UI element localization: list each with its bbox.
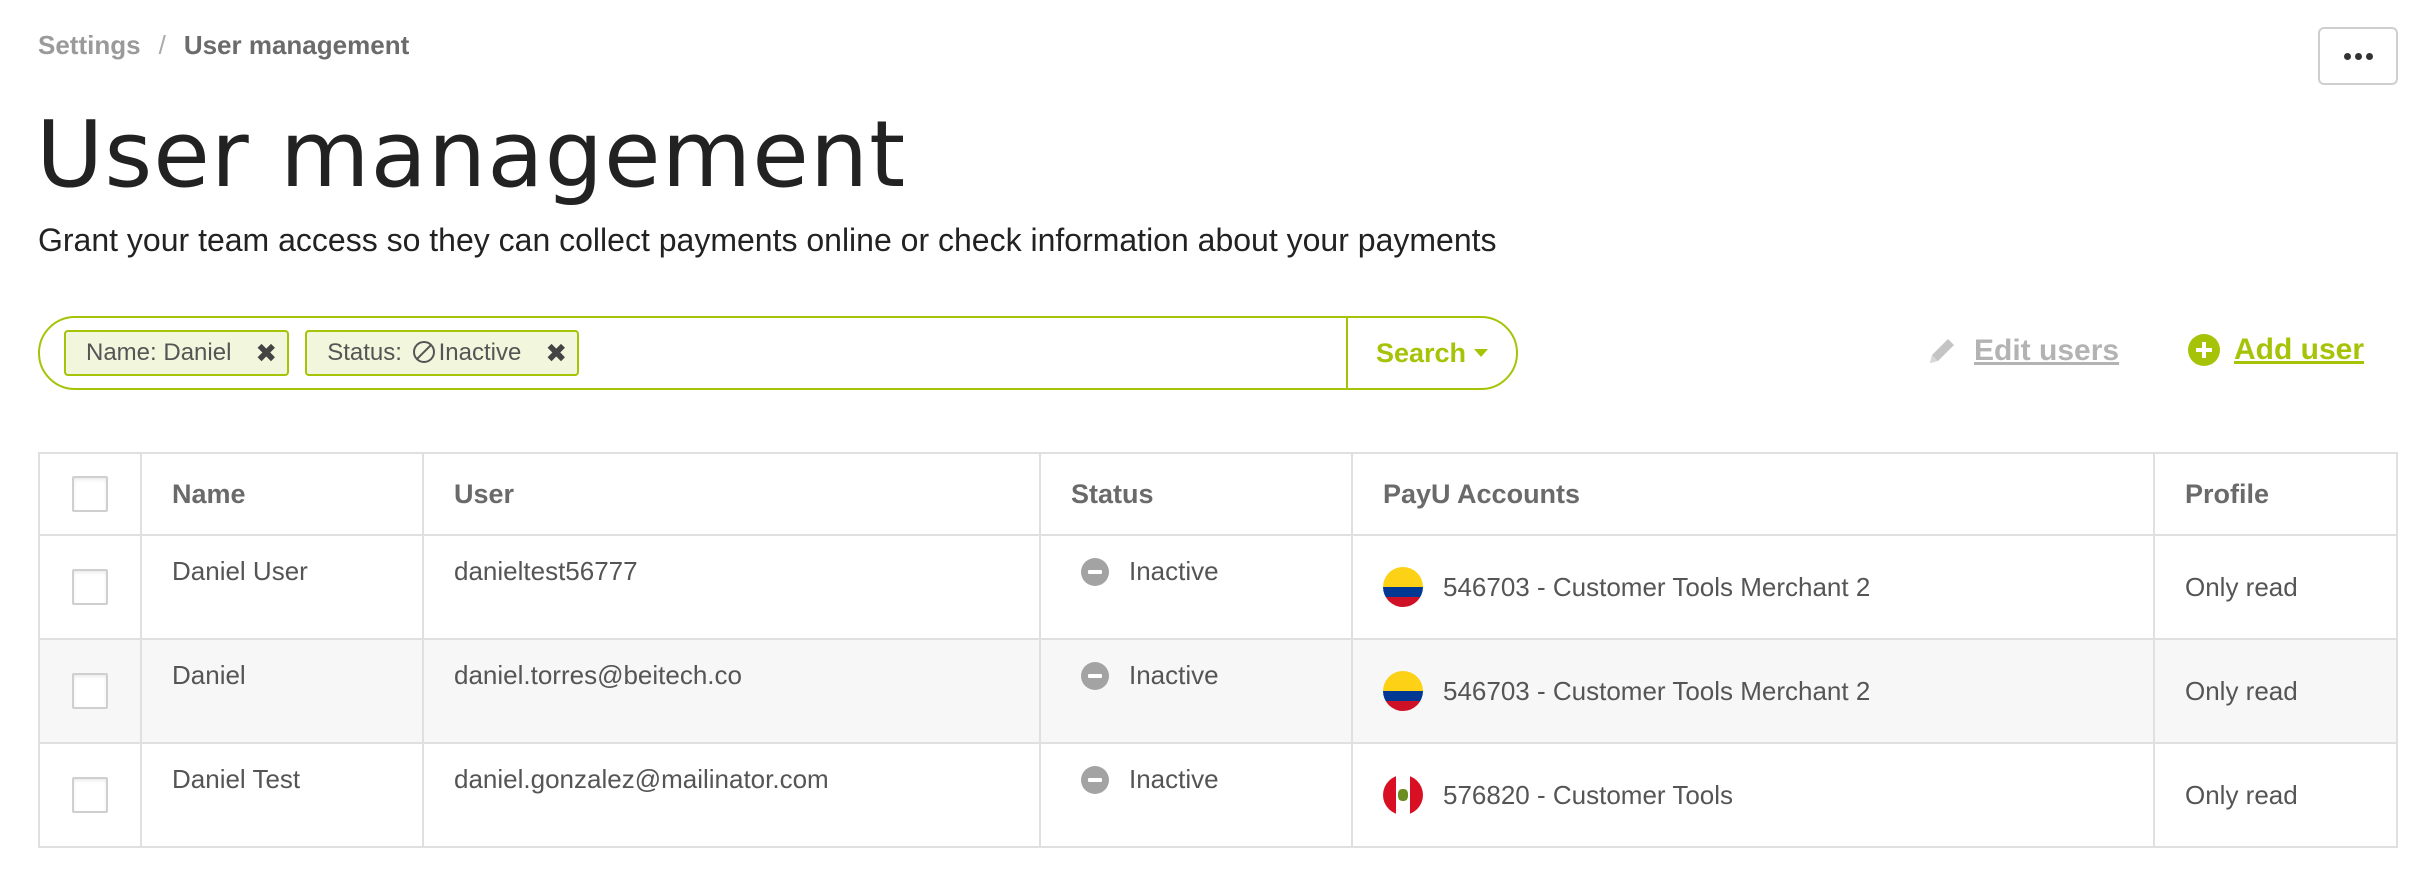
status-label: Inactive xyxy=(1129,660,1219,690)
table-row[interactable]: Daniel User danieltest56777 Inactive 546… xyxy=(38,534,2398,640)
colombia-flag-icon xyxy=(1383,567,1423,607)
inactive-status-icon xyxy=(1081,661,1109,690)
page-subtitle: Grant your team access so they can colle… xyxy=(38,222,1497,258)
column-header-name[interactable]: Name xyxy=(140,452,424,536)
table-row[interactable]: Daniel daniel.torres@beitech.co Inactive… xyxy=(38,638,2398,744)
table-header-row: Name User Status PayU Accounts Profile xyxy=(38,452,2398,536)
filter-chip-name: Name: Daniel ✖ xyxy=(64,330,290,376)
cell-name: Daniel Test xyxy=(140,742,424,848)
breadcrumb-settings-link[interactable]: Settings xyxy=(38,30,141,61)
column-header-profile[interactable]: Profile xyxy=(2153,452,2398,536)
ellipsis-icon xyxy=(2343,52,2373,60)
colombia-flag-icon xyxy=(1383,671,1423,711)
pencil-icon xyxy=(1930,339,1954,363)
cell-name: Daniel xyxy=(140,638,424,744)
more-options-button[interactable] xyxy=(2318,27,2398,85)
cell-profile: Only read xyxy=(2153,742,2398,848)
row-checkbox-cell xyxy=(38,534,142,640)
row-checkbox[interactable] xyxy=(72,569,108,605)
cell-payu-account: 546703 - Customer Tools Merchant 2 xyxy=(1351,638,2155,744)
column-header-user[interactable]: User xyxy=(422,452,1041,536)
cell-name: Daniel User xyxy=(140,534,424,640)
select-all-cell xyxy=(38,452,142,536)
cell-payu-account: 576820 - Customer Tools xyxy=(1351,742,2155,848)
inactive-status-icon xyxy=(1081,557,1109,586)
account-label: 546703 - Customer Tools Merchant 2 xyxy=(1443,571,1871,602)
add-user-link[interactable]: Add user xyxy=(2188,333,2364,367)
cell-profile: Only read xyxy=(2153,534,2398,640)
cell-user: danieltest56777 xyxy=(422,534,1041,640)
cell-status: Inactive xyxy=(1039,534,1353,640)
filter-chip-label: Status: Inactive xyxy=(327,339,521,367)
filter-chip-label: Name: Daniel xyxy=(86,339,232,366)
account-label: 576820 - Customer Tools xyxy=(1443,779,1734,810)
caret-down-icon xyxy=(1474,349,1489,357)
inactive-status-icon xyxy=(1081,765,1109,794)
users-table: Name User Status PayU Accounts Profile D… xyxy=(38,452,2398,848)
cell-status: Inactive xyxy=(1039,638,1353,744)
cell-user: daniel.torres@beitech.co xyxy=(422,638,1041,744)
cell-status: Inactive xyxy=(1039,742,1353,848)
plus-circle-icon xyxy=(2188,334,2220,366)
peru-flag-icon xyxy=(1383,775,1423,815)
row-checkbox-cell xyxy=(38,742,142,848)
table-row[interactable]: Daniel Test daniel.gonzalez@mailinator.c… xyxy=(38,742,2398,848)
edit-users-label: Edit users xyxy=(1974,334,2120,367)
row-checkbox[interactable] xyxy=(72,777,108,813)
status-label: Inactive xyxy=(1129,764,1219,794)
filter-search-bar: Name: Daniel ✖ Status: Inactive ✖ Search xyxy=(38,316,1518,390)
account-label: 546703 - Customer Tools Merchant 2 xyxy=(1443,675,1871,706)
cell-payu-account: 546703 - Customer Tools Merchant 2 xyxy=(1351,534,2155,640)
breadcrumb: Settings / User management xyxy=(38,30,409,61)
row-checkbox[interactable] xyxy=(72,673,108,709)
remove-filter-icon[interactable]: ✖ xyxy=(255,340,277,366)
search-button[interactable]: Search xyxy=(1346,318,1516,388)
cell-user: daniel.gonzalez@mailinator.com xyxy=(422,742,1041,848)
remove-filter-icon[interactable]: ✖ xyxy=(545,340,567,366)
filter-chips: Name: Daniel ✖ Status: Inactive ✖ xyxy=(40,330,1346,376)
add-user-label: Add user xyxy=(2234,333,2365,366)
cell-profile: Only read xyxy=(2153,638,2398,744)
filter-chip-suffix: Inactive xyxy=(438,339,522,366)
column-header-status[interactable]: Status xyxy=(1039,452,1353,536)
row-checkbox-cell xyxy=(38,638,142,744)
filter-chip-status: Status: Inactive ✖ xyxy=(305,330,580,376)
status-label: Inactive xyxy=(1129,556,1219,586)
filter-chip-prefix: Status: xyxy=(327,339,402,366)
breadcrumb-current: User management xyxy=(183,30,410,60)
search-button-label: Search xyxy=(1375,337,1467,368)
breadcrumb-separator: / xyxy=(158,30,166,60)
column-header-payu-accounts[interactable]: PayU Accounts xyxy=(1351,452,2155,536)
page-title: User management xyxy=(36,101,907,208)
prohibited-icon xyxy=(412,341,435,363)
select-all-checkbox[interactable] xyxy=(72,476,108,512)
edit-users-link[interactable]: Edit users xyxy=(1924,333,2119,369)
